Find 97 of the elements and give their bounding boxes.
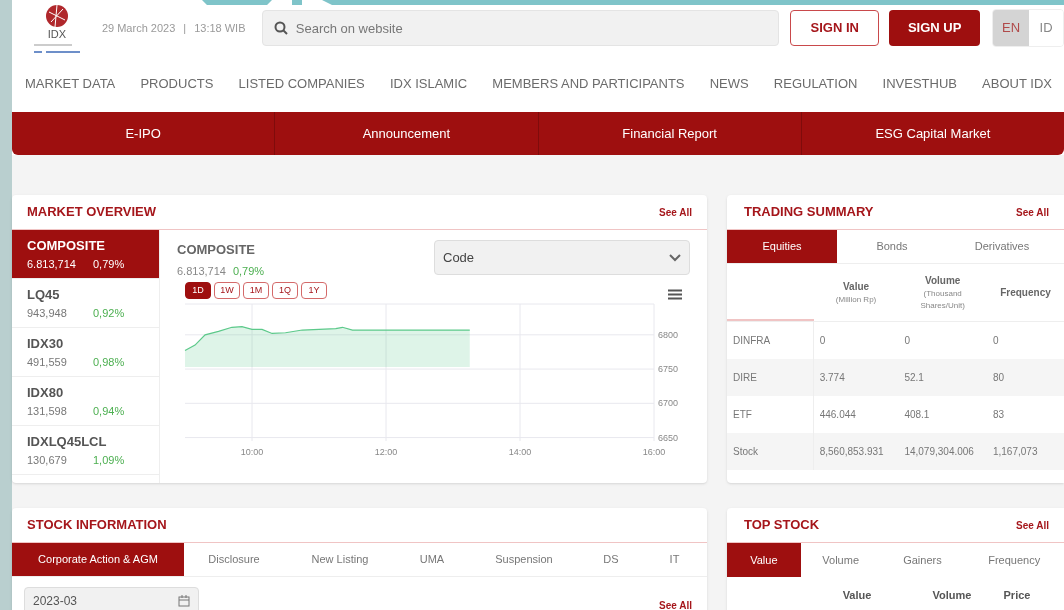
table-cell-text: 0 [818, 334, 827, 348]
tab[interactable]: Corporate Action & AGM [12, 543, 184, 576]
column-header: Value [841, 588, 873, 603]
column-header: Price [1002, 588, 1032, 603]
logo-tagline-drawing [31, 42, 82, 56]
index-name: IDX80 [27, 384, 65, 402]
y-axis-label: 6800 [658, 329, 679, 340]
x-axis-label: 10:00 [240, 447, 264, 457]
logo-text: IDX [47, 29, 67, 40]
index-list-item[interactable]: COMPOSITE 6.813,714 0,79% [12, 230, 159, 279]
table-cell-text: 83 [991, 408, 1006, 422]
see-all-link[interactable]: See All [1016, 517, 1049, 533]
index-name: COMPOSITE [177, 241, 256, 259]
index-value: 6.813,714 [177, 263, 226, 279]
y-axis-label: 6700 [658, 398, 679, 409]
index-change: 1,09% [93, 452, 125, 468]
index-list-item[interactable]: LQ45 943,948 0,92% [12, 279, 159, 328]
column-header: Value [842, 280, 870, 294]
index-name: LQ45 [27, 286, 61, 304]
index-change: 0,79% [232, 263, 265, 279]
table-cell-text: 8,560,853.931 [818, 445, 885, 459]
index-list-item[interactable]: IDX30 491,559 0,98% [12, 328, 159, 377]
table-cell-text: 0 [903, 334, 911, 348]
index-change: 0,92% [93, 305, 125, 321]
see-all-link[interactable]: See All [1016, 204, 1049, 220]
index-change: 0,98% [93, 354, 125, 370]
table-cell-text: 14,079,304.006 [903, 445, 975, 459]
section-title: STOCK INFORMATION [27, 516, 167, 535]
nav-link[interactable]: MEMBERS AND PARTICIPANTS [492, 74, 685, 94]
index-value: 943,948 [27, 305, 68, 321]
column-header: Frequency [1000, 286, 1051, 300]
nav-link[interactable]: INVESTHUB [882, 74, 957, 94]
table-cell-text: 3.774 [818, 371, 846, 385]
index-name: IDXLQ45LCL [27, 433, 108, 451]
quick-link[interactable]: ESG Capital Market [800, 112, 1064, 155]
x-axis-label: 12:00 [374, 447, 398, 457]
nav-link[interactable]: REGULATION [773, 74, 858, 94]
index-name: COMPOSITE [27, 237, 106, 255]
period-tab[interactable]: 1W [214, 282, 240, 299]
tab[interactable]: Equities [727, 230, 837, 263]
column-header: Volume [931, 588, 973, 603]
time-text: 13:18 WIB [194, 20, 246, 36]
nav-link[interactable]: PRODUCTS [140, 74, 214, 94]
nav-link[interactable]: ABOUT IDX [982, 74, 1052, 94]
index-value: 491,559 [27, 354, 68, 370]
chevron-down-icon [669, 253, 681, 262]
column-subheader: (Million Rp) [834, 294, 878, 306]
x-axis-label: 16:00 [642, 447, 666, 457]
index-list-item[interactable]: IDX80 131,598 0,94% [12, 377, 159, 426]
table-cell-text: 446.044 [818, 408, 857, 422]
index-change: 0,79% [93, 256, 125, 272]
x-axis-label: 14:00 [508, 447, 532, 457]
column-header: Volume [925, 274, 961, 288]
index-change: 0,94% [93, 403, 125, 419]
index-value: 131,598 [27, 403, 68, 419]
sign-up-button[interactable]: SIGN UP [889, 10, 981, 46]
section-title: TRADING SUMMARY [744, 203, 874, 222]
see-all-link[interactable]: See All [659, 598, 692, 610]
y-axis-label: 6750 [658, 364, 679, 375]
quick-link[interactable]: E-IPO [12, 112, 275, 155]
table-cell-text: 408.1 [903, 408, 931, 422]
nav-link[interactable]: IDX ISLAMIC [389, 74, 468, 94]
period-tab[interactable]: 1M [243, 282, 269, 299]
date-text: 29 March 2023 [101, 20, 176, 36]
section-title: MARKET OVERVIEW [27, 203, 157, 222]
see-all-link[interactable]: See All [659, 204, 692, 220]
search-field[interactable]: Search on website [261, 10, 780, 46]
period-tab[interactable]: 1Y [301, 282, 327, 299]
index-value: 130,679 [27, 452, 68, 468]
table-cell-text: 52.1 [903, 371, 925, 385]
sign-in-button[interactable]: SIGN IN [790, 10, 880, 46]
nav-link[interactable]: LISTED COMPANIES [238, 74, 365, 94]
calendar-icon [178, 595, 190, 607]
table-cell-text: 1,167,073 [991, 445, 1039, 459]
date-field[interactable]: 2023-03 [24, 587, 199, 610]
table-cell: Stock [727, 433, 814, 470]
globe-logo-icon [44, 4, 69, 28]
y-axis-label: 6650 [658, 432, 679, 443]
index-list-item[interactable]: IDXLQ45LCL 130,679 1,09% [12, 426, 159, 475]
table-cell-text: 0 [991, 334, 1000, 348]
nav-link[interactable]: NEWS [709, 74, 749, 94]
quick-link[interactable]: Announcement [274, 112, 538, 155]
nav-link[interactable]: MARKET DATA [25, 74, 116, 94]
menu-icon[interactable] [668, 289, 682, 300]
search-icon [273, 21, 288, 35]
table-cell-text: 80 [991, 371, 1006, 385]
period-tab[interactable]: 1D [185, 282, 211, 299]
language-button[interactable]: EN [993, 10, 1030, 46]
period-tab[interactable]: 1Q [272, 282, 298, 299]
tab[interactable]: Value [727, 543, 801, 577]
column-subheader: (Thousand Shares/Unit) [919, 288, 966, 312]
index-name: IDX30 [27, 335, 65, 353]
code-select[interactable]: Code [434, 240, 690, 275]
index-value: 6.813,714 [27, 256, 77, 272]
separator-text: | [183, 20, 187, 36]
section-title: TOP STOCK [744, 516, 820, 535]
quick-link[interactable]: Financial Report [537, 112, 801, 155]
